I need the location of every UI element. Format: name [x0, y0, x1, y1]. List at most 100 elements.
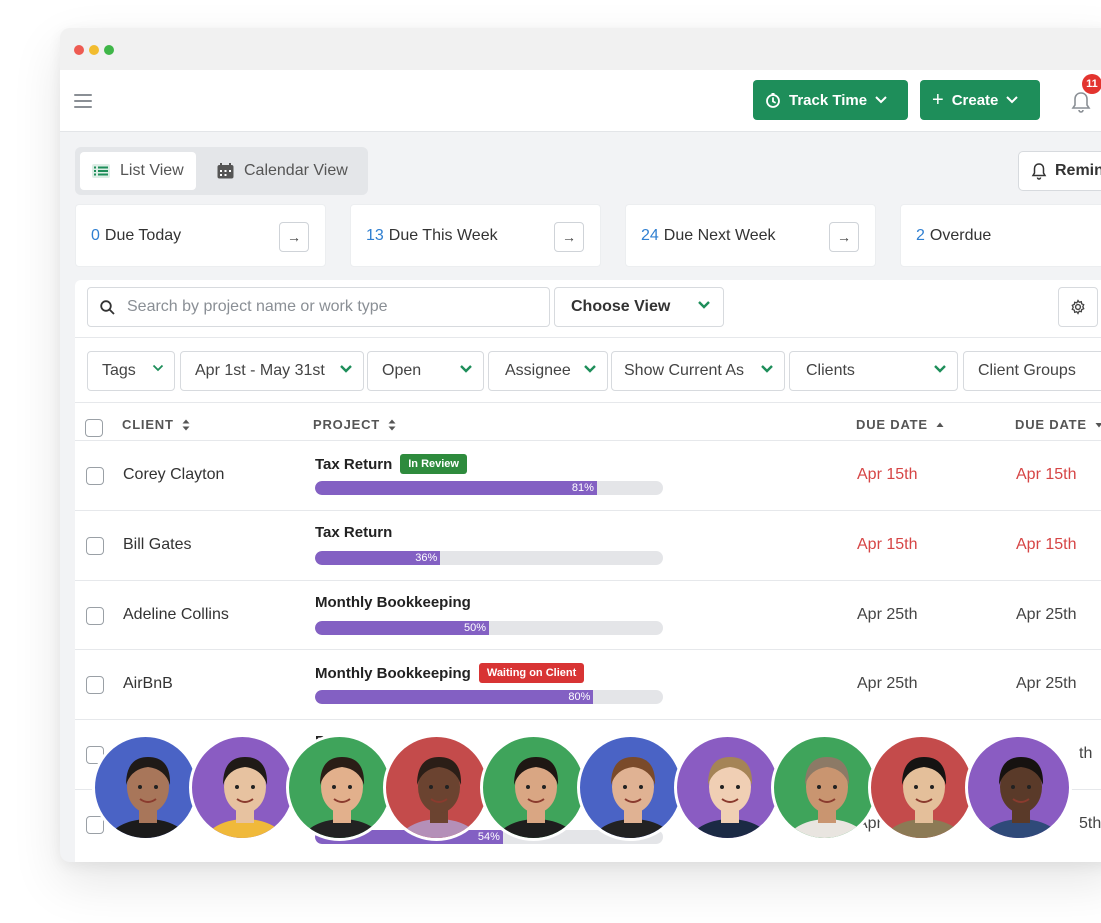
client-column-header[interactable]: CLIENT	[122, 417, 190, 432]
clients-filter[interactable]: Clients	[789, 351, 958, 391]
due-date-column-header-2[interactable]: DUE DATE	[1015, 417, 1101, 432]
progress-bar: 36%	[315, 551, 663, 565]
title-bar	[60, 28, 1101, 70]
row-checkbox[interactable]	[86, 467, 104, 485]
progress-percent: 80%	[568, 691, 591, 703]
avatar	[383, 734, 490, 841]
chevron-down-icon	[339, 364, 353, 374]
reminders-button[interactable]: Remin	[1018, 151, 1101, 191]
due-count: 13	[366, 226, 384, 244]
progress-fill: 36%	[315, 551, 441, 565]
project-label: Monthly Bookkeeping	[315, 664, 471, 682]
project-label: Tax Return	[315, 455, 393, 473]
row-checkbox[interactable]	[86, 676, 104, 694]
project-column-header[interactable]: PROJECT	[313, 417, 396, 432]
avatar	[286, 734, 393, 841]
avatar	[965, 734, 1072, 841]
arrow-right-icon[interactable]: →	[279, 222, 309, 252]
close-dot[interactable]	[74, 45, 84, 55]
project-name[interactable]: Tax Return In Review	[315, 454, 467, 474]
client-name[interactable]: Adeline Collins	[123, 606, 229, 624]
table-row[interactable]: Corey Clayton Tax Return In Review 81% Apr 1…	[75, 440, 1101, 510]
choose-view-label: Choose View	[571, 298, 671, 315]
chevron-down-icon	[152, 364, 164, 372]
date-range-filter[interactable]: Apr 1st - May 31st	[180, 351, 364, 391]
search-input[interactable]: Search by project name or work type	[87, 287, 550, 327]
avatar	[868, 734, 975, 841]
calendar-view-button[interactable]: Calendar View	[205, 152, 360, 190]
filter-label: Client Groups	[978, 362, 1076, 379]
sort-icon	[388, 419, 396, 431]
due-date-column-header[interactable]: DUE DATE	[856, 417, 944, 432]
due-date-2: Apr 25th	[1016, 675, 1077, 692]
project-label: Tax Return	[315, 524, 393, 541]
due-next-week-card[interactable]: 24 Due Next Week →	[625, 204, 876, 267]
due-label: Due Next Week	[663, 226, 776, 244]
progress-bar: 81%	[315, 481, 663, 495]
client-name[interactable]: Corey Clayton	[123, 466, 224, 484]
progress-bar: 80%	[315, 690, 663, 704]
due-date: Apr 25th	[857, 606, 918, 623]
status-filter[interactable]: Open	[367, 351, 484, 391]
create-button[interactable]: + Create	[920, 80, 1040, 120]
status-badge: Waiting on Client	[478, 663, 585, 683]
avatar	[577, 734, 684, 841]
calendar-view-label: Calendar View	[244, 162, 348, 179]
due-this-week-card[interactable]: 13 Due This Week →	[350, 204, 601, 267]
list-view-label: List View	[120, 162, 184, 179]
chevron-down-icon	[933, 364, 947, 374]
project-name[interactable]: Monthly Bookkeeping	[315, 594, 471, 611]
menu-icon[interactable]	[74, 94, 92, 108]
maximize-dot[interactable]	[104, 45, 114, 55]
settings-button[interactable]	[1058, 287, 1098, 327]
avatar	[480, 734, 587, 841]
project-name[interactable]: Tax Return	[315, 524, 392, 541]
header-label: PROJECT	[313, 417, 381, 432]
list-view-button[interactable]: List View	[80, 152, 196, 190]
team-avatars	[92, 734, 1092, 842]
assignee-filter[interactable]: Assignee	[488, 351, 608, 391]
due-date-2: Apr 15th	[1016, 466, 1077, 483]
select-all-checkbox[interactable]	[85, 419, 103, 437]
header-label: CLIENT	[122, 417, 174, 432]
tags-filter[interactable]: Tags	[87, 351, 175, 391]
show-current-as-filter[interactable]: Show Current As	[611, 351, 785, 391]
sort-ascending-icon	[936, 422, 944, 428]
progress-percent: 50%	[463, 622, 486, 634]
due-today-card[interactable]: 0 Due Today →	[75, 204, 326, 267]
minimize-dot[interactable]	[89, 45, 99, 55]
table-row[interactable]: Bill Gates Tax Return 36% Apr 15th Apr 15th	[75, 510, 1101, 580]
choose-view-dropdown[interactable]: Choose View	[554, 287, 724, 327]
filter-label: Assignee	[505, 362, 571, 379]
client-groups-filter[interactable]: Client Groups	[963, 351, 1101, 391]
arrow-right-icon[interactable]: →	[554, 222, 584, 252]
due-label: Due Today	[104, 226, 182, 244]
due-label: Due This Week	[388, 226, 498, 244]
row-checkbox[interactable]	[86, 537, 104, 555]
track-time-button[interactable]: Track Time	[753, 80, 908, 120]
progress-bar: 50%	[315, 621, 663, 635]
row-checkbox[interactable]	[86, 607, 104, 625]
filter-label: Show Current As	[624, 362, 745, 379]
table-row[interactable]: Adeline Collins Monthly Bookkeeping 50% Apr…	[75, 580, 1101, 650]
view-toggle: List View Calendar View	[75, 147, 368, 195]
table-row[interactable]: AirBnB Monthly Bookkeeping Waiting on Clie…	[75, 649, 1101, 719]
client-name[interactable]: Bill Gates	[123, 536, 191, 554]
header-label: DUE DATE	[1015, 417, 1087, 432]
divider	[75, 337, 1101, 338]
stage: Track Time + Create 11 List View Calenda…	[0, 0, 1101, 923]
overdue-card[interactable]: 2 Overdue	[900, 204, 1101, 267]
chevron-down-icon	[1006, 96, 1019, 104]
arrow-right-icon[interactable]: →	[829, 222, 859, 252]
search-placeholder: Search by project name or work type	[127, 298, 388, 315]
filter-label: Open	[382, 362, 422, 379]
progress-fill: 80%	[315, 690, 594, 704]
due-label: Overdue	[929, 226, 992, 244]
chevron-down-icon	[760, 364, 774, 374]
due-date: Apr 25th	[857, 675, 918, 692]
project-name[interactable]: Monthly Bookkeeping Waiting on Client	[315, 663, 585, 683]
header-label: DUE DATE	[856, 417, 928, 432]
client-name[interactable]: AirBnB	[123, 675, 173, 693]
status-badge: In Review	[400, 454, 467, 474]
filter-label: Clients	[806, 362, 855, 379]
